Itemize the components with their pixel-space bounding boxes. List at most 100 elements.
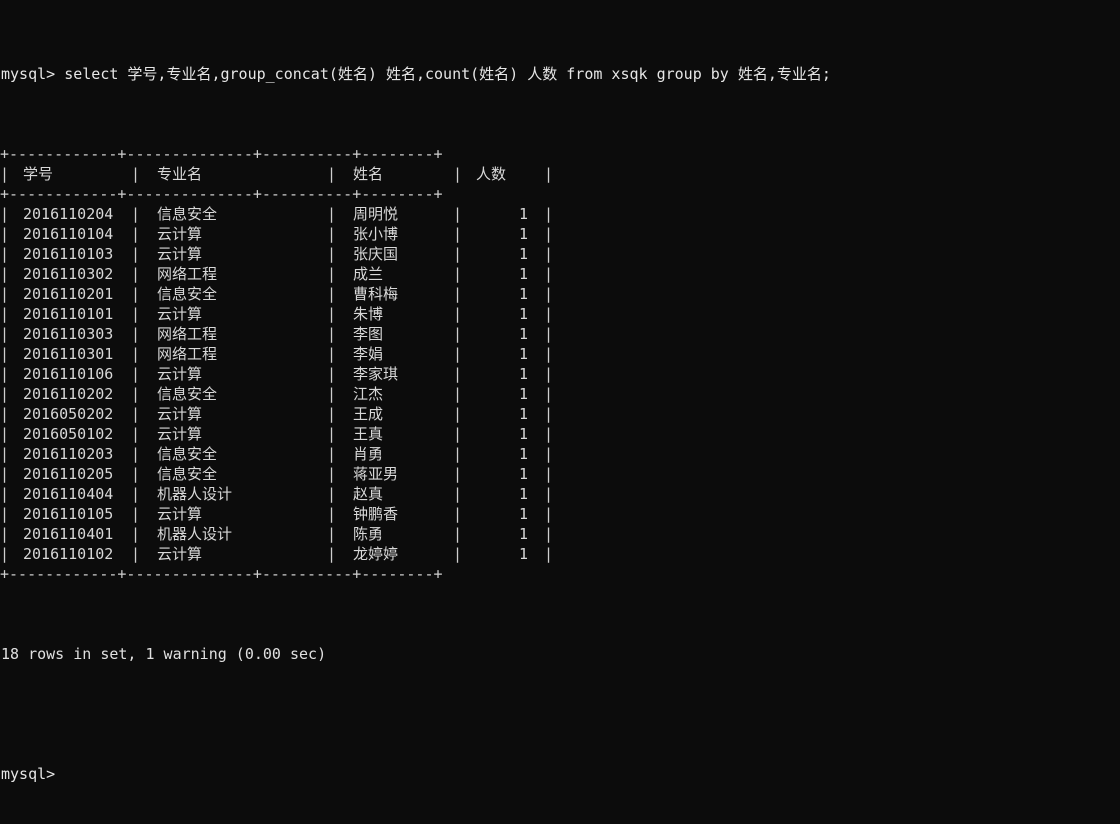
border-bar: | bbox=[131, 305, 141, 323]
table-row: | 2016110101 | 云计算 | 朱博 | 1 | bbox=[0, 304, 554, 324]
cell-xuehao-value: 2016110104 bbox=[23, 225, 114, 243]
border-bar: | bbox=[544, 465, 554, 483]
cell-zhuanye-value: 信息安全 bbox=[157, 465, 218, 483]
cell-zhuanye-value: 机器人设计 bbox=[157, 525, 233, 543]
border-bar: | bbox=[0, 165, 10, 183]
border-bar: | bbox=[131, 545, 141, 563]
cell-xuehao: 2016110302 bbox=[10, 264, 131, 284]
border-bar: | bbox=[327, 165, 337, 183]
table-rule-mid: +------------+--------------+----------+… bbox=[0, 184, 554, 204]
cell-zhuanye-value: 云计算 bbox=[157, 405, 203, 423]
table-row: | 2016110103 | 云计算 | 张庆国 | 1 | bbox=[0, 244, 554, 264]
border-bar: | bbox=[131, 205, 141, 223]
table-rule-bottom-text: +------------+--------------+----------+… bbox=[0, 565, 443, 583]
cell-renshu: 1 bbox=[463, 244, 544, 264]
border-bar: | bbox=[0, 425, 10, 443]
cell-zhuanye-value: 云计算 bbox=[157, 425, 203, 443]
border-bar: | bbox=[327, 205, 337, 223]
cell-renshu-value: 1 bbox=[518, 225, 528, 243]
cell-zhuanye: 机器人设计 bbox=[141, 484, 327, 504]
border-bar: | bbox=[544, 325, 554, 343]
cell-xuehao: 2016110103 bbox=[10, 244, 131, 264]
cell-zhuanye-value: 信息安全 bbox=[157, 445, 218, 463]
border-bar: | bbox=[327, 405, 337, 423]
border-bar: | bbox=[544, 425, 554, 443]
cell-zhuanye: 云计算 bbox=[141, 244, 327, 264]
cell-xingming: 江杰 bbox=[337, 384, 453, 404]
cell-renshu: 1 bbox=[463, 504, 544, 524]
border-bar: | bbox=[453, 205, 463, 223]
terminal-window[interactable]: mysql> select 学号,专业名,group_concat(姓名) 姓名… bbox=[0, 0, 1120, 783]
cell-renshu-value: 1 bbox=[518, 325, 528, 343]
cell-xingming-value: 龙婷婷 bbox=[353, 545, 399, 563]
cell-xuehao: 2016110101 bbox=[10, 304, 131, 324]
table-rule-top: +------------+--------------+----------+… bbox=[0, 144, 554, 164]
border-bar: | bbox=[327, 465, 337, 483]
table-row: | 2016110203 | 信息安全 | 肖勇 | 1 | bbox=[0, 444, 554, 464]
cell-xingming-value: 蒋亚男 bbox=[353, 465, 399, 483]
cell-zhuanye: 云计算 bbox=[141, 304, 327, 324]
border-bar: | bbox=[544, 505, 554, 523]
cell-xingming-value: 王真 bbox=[353, 425, 384, 443]
border-bar: | bbox=[544, 245, 554, 263]
border-bar: | bbox=[0, 225, 10, 243]
result-table-body: +------------+--------------+----------+… bbox=[0, 144, 554, 584]
cell-renshu-value: 1 bbox=[518, 465, 528, 483]
cell-zhuanye-value: 云计算 bbox=[157, 305, 203, 323]
column-header-xingming: 姓名 bbox=[337, 164, 453, 184]
cell-xingming-value: 李娟 bbox=[353, 345, 384, 363]
cell-xuehao-value: 2016110404 bbox=[23, 485, 114, 503]
table-row: | 2016110201 | 信息安全 | 曹科梅 | 1 | bbox=[0, 284, 554, 304]
cell-xingming: 肖勇 bbox=[337, 444, 453, 464]
table-row: | 2016110202 | 信息安全 | 江杰 | 1 | bbox=[0, 384, 554, 404]
column-header-zhuanye-label: 专业名 bbox=[157, 165, 203, 183]
border-bar: | bbox=[453, 345, 463, 363]
cell-zhuanye-value: 云计算 bbox=[157, 505, 203, 523]
border-bar: | bbox=[131, 445, 141, 463]
border-bar: | bbox=[131, 225, 141, 243]
column-header-renshu: 人数 bbox=[463, 164, 544, 184]
border-bar: | bbox=[453, 505, 463, 523]
border-bar: | bbox=[131, 265, 141, 283]
cell-xuehao-value: 2016110303 bbox=[23, 325, 114, 343]
border-bar: | bbox=[131, 285, 141, 303]
cell-xuehao: 2016110104 bbox=[10, 224, 131, 244]
border-bar: | bbox=[453, 465, 463, 483]
cell-xuehao-value: 2016110401 bbox=[23, 525, 114, 543]
cell-zhuanye: 云计算 bbox=[141, 364, 327, 384]
table-row: | 2016110401 | 机器人设计 | 陈勇 | 1 | bbox=[0, 524, 554, 544]
cell-xuehao-value: 2016110203 bbox=[23, 445, 114, 463]
cell-xingming-value: 张小博 bbox=[353, 225, 399, 243]
cell-xingming-value: 王成 bbox=[353, 405, 384, 423]
cell-zhuanye: 机器人设计 bbox=[141, 524, 327, 544]
border-bar: | bbox=[544, 545, 554, 563]
table-row: | 2016110105 | 云计算 | 钟鹏香 | 1 | bbox=[0, 504, 554, 524]
border-bar: | bbox=[0, 485, 10, 503]
border-bar: | bbox=[0, 385, 10, 403]
cell-xingming: 张小博 bbox=[337, 224, 453, 244]
cell-xuehao-value: 2016110202 bbox=[23, 385, 114, 403]
border-bar: | bbox=[0, 205, 10, 223]
table-rule-bottom: +------------+--------------+----------+… bbox=[0, 564, 554, 584]
border-bar: | bbox=[0, 245, 10, 263]
cell-zhuanye-value: 云计算 bbox=[157, 365, 203, 383]
border-bar: | bbox=[327, 525, 337, 543]
cell-xingming-value: 张庆国 bbox=[353, 245, 399, 263]
cell-zhuanye-value: 网络工程 bbox=[157, 325, 218, 343]
cell-xuehao-value: 2016110204 bbox=[23, 205, 114, 223]
border-bar: | bbox=[453, 405, 463, 423]
cell-zhuanye: 云计算 bbox=[141, 424, 327, 444]
cell-xingming-value: 朱博 bbox=[353, 305, 384, 323]
cell-zhuanye-value: 云计算 bbox=[157, 225, 203, 243]
final-prompt[interactable]: mysql> bbox=[0, 764, 1120, 784]
cell-renshu: 1 bbox=[463, 444, 544, 464]
cell-xuehao-value: 2016110101 bbox=[23, 305, 114, 323]
cell-renshu-value: 1 bbox=[518, 385, 528, 403]
border-bar: | bbox=[131, 505, 141, 523]
border-bar: | bbox=[327, 325, 337, 343]
cell-zhuanye-value: 网络工程 bbox=[157, 345, 218, 363]
border-bar: | bbox=[544, 305, 554, 323]
cell-zhuanye: 网络工程 bbox=[141, 344, 327, 364]
border-bar: | bbox=[544, 265, 554, 283]
